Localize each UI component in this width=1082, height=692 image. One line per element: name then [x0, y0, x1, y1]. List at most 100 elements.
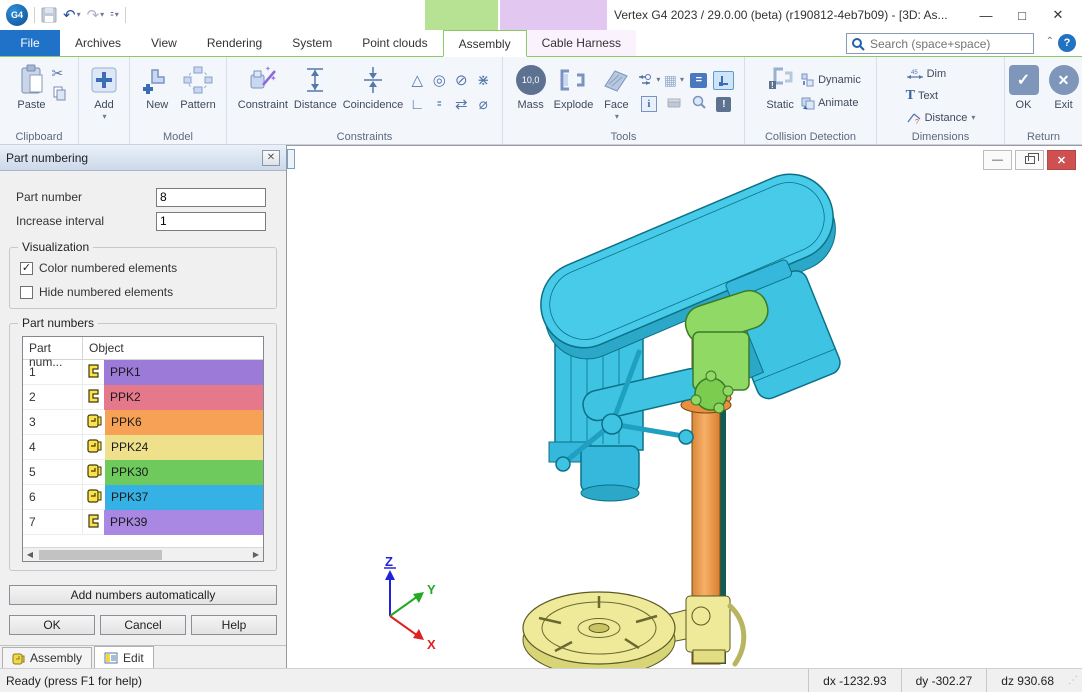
panel-help-button[interactable]: Help — [191, 615, 277, 635]
hide-numbered-row[interactable]: Hide numbered elements — [20, 280, 266, 304]
doc-close-button[interactable]: ✕ — [1047, 150, 1076, 170]
increase-interval-input[interactable] — [156, 212, 266, 231]
maximize-button[interactable]: □ — [1004, 0, 1040, 30]
symmetry-constraint-icon[interactable]: ⋇ — [477, 71, 490, 89]
app-logo-icon[interactable]: G4 — [6, 4, 28, 26]
add-dropdown-icon[interactable]: ▾ — [102, 112, 106, 121]
table-row[interactable]: 6PPK37 — [23, 485, 263, 510]
text-button[interactable]: T Text — [906, 86, 939, 105]
panel-ok-button[interactable]: OK — [9, 615, 95, 635]
ribbon-group-model: New Pattern Model — [130, 57, 227, 144]
table-tool-icon[interactable]: ▦▾ — [664, 73, 684, 87]
align-constraint-icon[interactable]: ⇄ — [455, 95, 468, 113]
collapse-ribbon-icon[interactable]: ⌃ — [1046, 36, 1054, 47]
viewport-edge-grip[interactable] — [287, 149, 295, 169]
dynamic-collision-button[interactable]: Dynamic — [800, 70, 861, 89]
warning-icon[interactable]: ! — [716, 97, 731, 112]
new-button[interactable]: New — [137, 60, 177, 113]
face-dropdown-icon[interactable]: ▾ — [615, 112, 619, 121]
magnifier-tool-icon[interactable] — [691, 94, 707, 114]
search-box[interactable] — [846, 33, 1034, 54]
table-row[interactable]: 7PPK39 — [23, 510, 263, 535]
paste-button[interactable]: Paste — [12, 60, 52, 113]
distance-dropdown-icon[interactable]: ▾ — [971, 113, 975, 122]
lock-constraint-icon[interactable]: ⌀ — [479, 95, 488, 113]
constraint-button[interactable]: ✦✦ Constraint — [235, 60, 291, 113]
table-row[interactable]: 3PPK6 — [23, 410, 263, 435]
horizontal-scrollbar[interactable]: ◀ ▶ — [23, 547, 263, 561]
doc-minimize-button[interactable]: — — [983, 150, 1012, 170]
undo-button[interactable]: ↶▾ — [63, 8, 81, 23]
search-input[interactable] — [870, 37, 1029, 51]
archive-box-icon[interactable] — [666, 95, 682, 113]
resize-grip[interactable]: ⋰ — [1068, 675, 1082, 686]
mass-button[interactable]: 10,0 Mass — [511, 60, 551, 113]
measure-chain-icon[interactable]: ▾ — [637, 72, 660, 88]
table-row[interactable]: 1PPK1 — [23, 360, 263, 385]
column-object[interactable]: Object — [83, 337, 263, 359]
tab-assembly[interactable]: Assembly — [443, 30, 527, 57]
copy-icon[interactable] — [52, 86, 67, 101]
scroll-left-icon[interactable]: ◀ — [23, 548, 37, 562]
scroll-right-icon[interactable]: ▶ — [249, 548, 263, 562]
tab-system[interactable]: System — [277, 30, 347, 56]
save-icon[interactable] — [41, 7, 57, 23]
exit-button[interactable]: ✕ Exit — [1044, 60, 1082, 113]
tab-rendering[interactable]: Rendering — [192, 30, 277, 56]
add-button[interactable]: Add ▾ — [84, 60, 124, 123]
face-button[interactable]: Face ▾ — [596, 60, 636, 123]
table-rows: 1PPK12PPK23PPK64PPK245PPK306PPK377PPK39 — [23, 360, 263, 535]
color-numbered-row[interactable]: ✓ Color numbered elements — [20, 256, 266, 280]
tab-file[interactable]: File — [0, 30, 60, 56]
ok-button[interactable]: ✓ OK — [1004, 60, 1044, 113]
animate-collision-button[interactable]: Animate — [800, 93, 861, 112]
panel-cancel-button[interactable]: Cancel — [100, 615, 186, 635]
column-part-num[interactable]: Part num... — [23, 337, 83, 359]
undo-dropdown-icon[interactable]: ▾ — [77, 11, 81, 19]
distance-constraint-button[interactable]: Distance — [291, 60, 340, 113]
help-button[interactable]: ? — [1058, 34, 1076, 52]
redo-dropdown-icon[interactable]: ▾ — [100, 11, 104, 19]
tab-archives[interactable]: Archives — [60, 30, 136, 56]
tab-cable-harness[interactable]: Cable Harness — [527, 30, 636, 56]
close-button[interactable]: ✕ — [1040, 0, 1076, 30]
color-numbered-checkbox[interactable]: ✓ — [20, 262, 33, 275]
scroll-track[interactable] — [37, 548, 249, 562]
table-row[interactable]: 2PPK2 — [23, 385, 263, 410]
parallel-constraint-icon[interactable]: ⹀ — [437, 94, 442, 114]
doc-restore-button[interactable] — [1015, 150, 1044, 170]
hide-numbered-checkbox[interactable] — [20, 286, 33, 299]
part-number-input[interactable] — [156, 188, 266, 207]
bottom-tab-assembly[interactable]: Assembly — [2, 647, 92, 668]
angle-constraint-icon[interactable]: △ — [411, 71, 423, 89]
panel-close-button[interactable]: ✕ — [262, 150, 280, 166]
bottom-tab-edit[interactable]: Edit — [94, 646, 154, 668]
equal-values-icon[interactable]: = — [690, 73, 707, 88]
part-numbering-tool-active[interactable] — [713, 71, 734, 90]
customize-qat-button[interactable]: ⹀▾ — [110, 10, 119, 21]
perpendicular-constraint-icon[interactable]: ∟ — [410, 96, 425, 113]
static-collision-button[interactable]: ! Static — [760, 60, 800, 113]
minimize-button[interactable]: — — [968, 0, 1004, 30]
pattern-button[interactable]: Pattern — [177, 60, 218, 113]
concentric-constraint-icon[interactable]: ◎ — [433, 71, 446, 89]
add-numbers-automatically-button[interactable]: Add numbers automatically — [9, 585, 277, 605]
cut-icon[interactable]: ✂ — [52, 66, 67, 80]
tab-view[interactable]: View — [136, 30, 192, 56]
table-row[interactable]: 5PPK30 — [23, 460, 263, 485]
redo-button[interactable]: ↷▾ — [87, 8, 105, 23]
info-icon[interactable]: i — [641, 96, 657, 112]
dim-button[interactable]: 45 Dim — [906, 64, 947, 83]
status-dz: dz 930.68 — [986, 669, 1068, 692]
coincidence-button[interactable]: Coincidence — [340, 60, 407, 113]
distance-dim-button[interactable]: ? Distance ▾ — [906, 108, 976, 127]
scroll-thumb[interactable] — [39, 550, 162, 560]
explode-button[interactable]: Explode — [551, 60, 597, 113]
viewport-3d[interactable]: — ✕ — [287, 145, 1082, 668]
table-row[interactable]: 4PPK24 — [23, 435, 263, 460]
add-icon — [89, 62, 119, 98]
part-numbers-table[interactable]: Part num... Object 1PPK12PPK23PPK64PPK24… — [22, 336, 264, 562]
tab-point-clouds[interactable]: Point clouds — [347, 30, 442, 56]
part-num-cell: 7 — [23, 510, 83, 534]
tangent-constraint-icon[interactable]: ⊘ — [455, 71, 468, 89]
